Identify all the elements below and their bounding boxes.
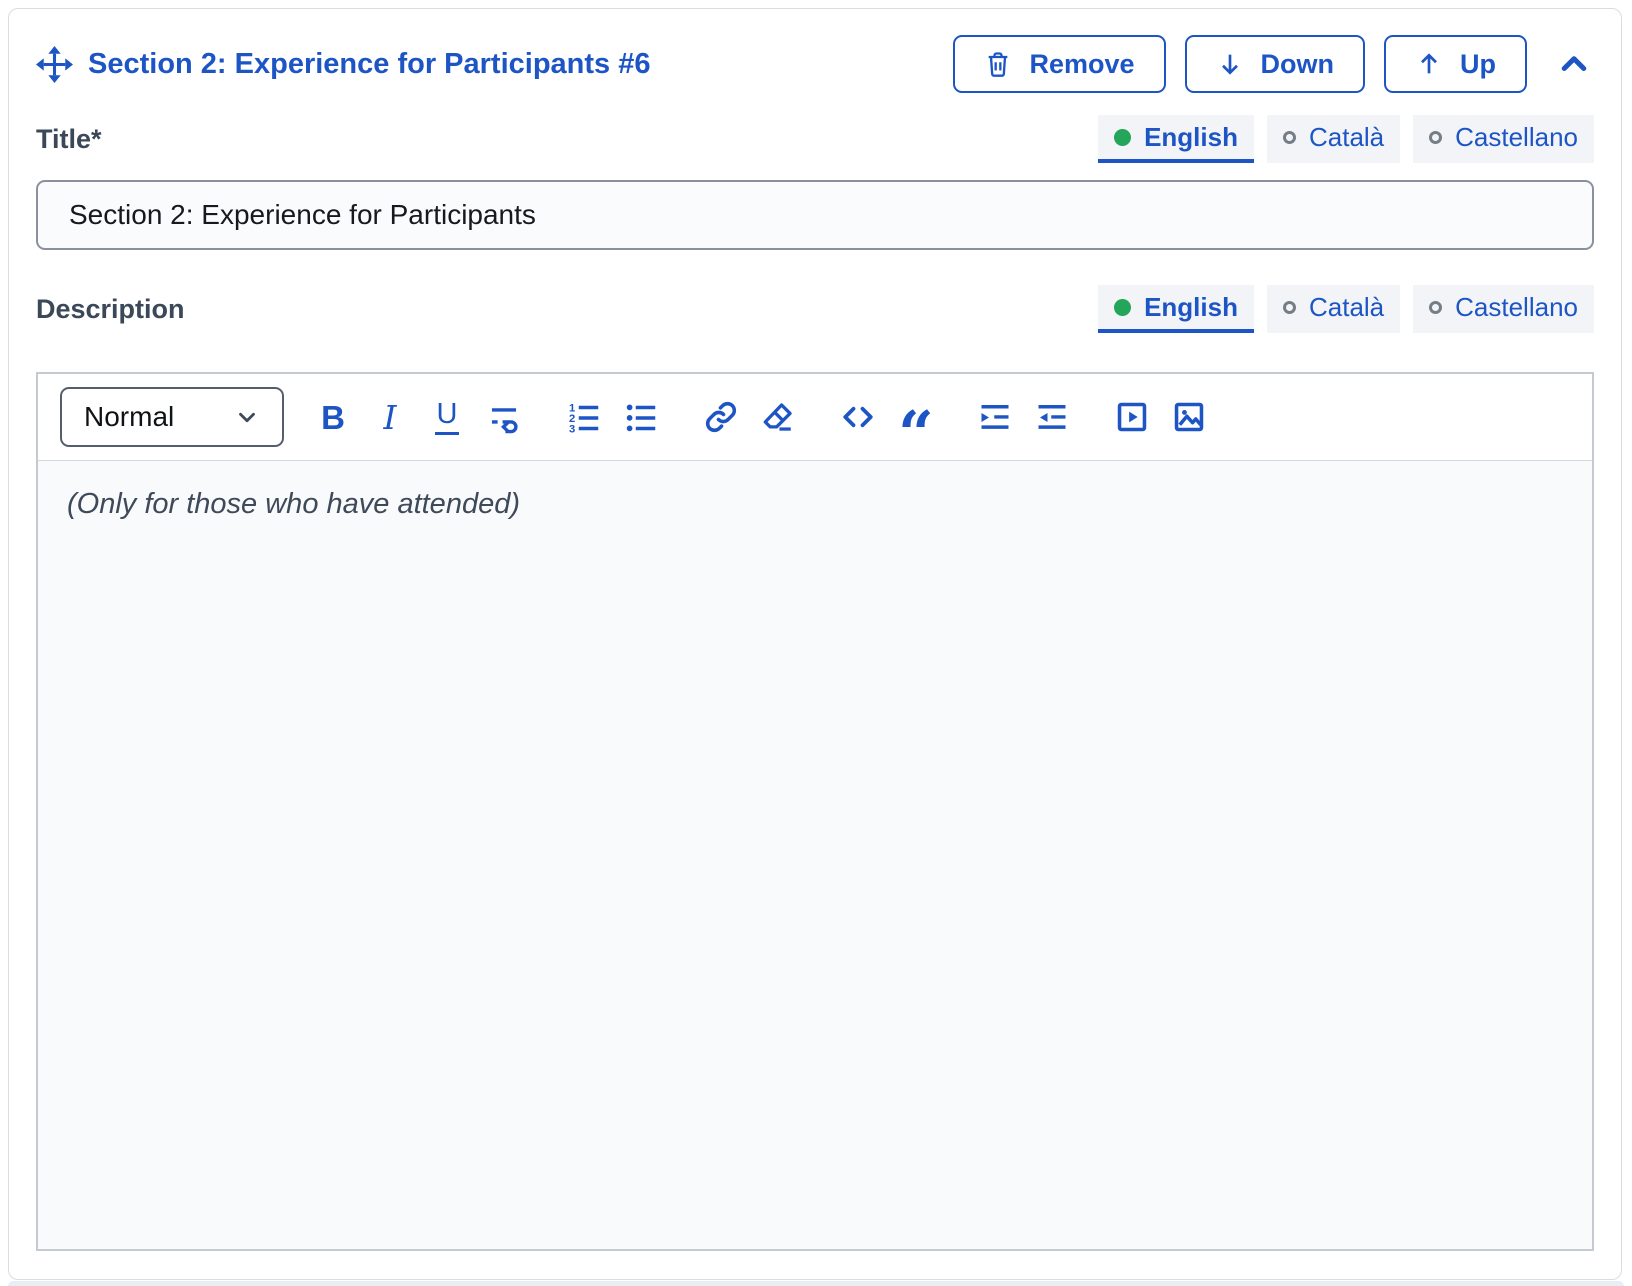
description-language-tabs: English Català Castellano <box>1098 285 1594 333</box>
active-language-dot-icon <box>1114 129 1131 146</box>
outdent-button[interactable] <box>1033 395 1071 439</box>
section-header-left: Section 2: Experience for Participants #… <box>36 46 650 83</box>
language-tab-label: Castellano <box>1455 122 1578 153</box>
bullet-list-button[interactable] <box>622 395 660 439</box>
link-button[interactable] <box>702 395 740 439</box>
language-tab-catala[interactable]: Català <box>1267 285 1400 333</box>
move-down-button-label: Down <box>1261 49 1335 80</box>
ordered-list-button[interactable]: 1 2 3 <box>565 395 603 439</box>
eraser-icon <box>761 400 795 434</box>
section-panel: Section 2: Experience for Participants #… <box>8 8 1622 1280</box>
insert-image-button[interactable] <box>1170 395 1208 439</box>
svg-text:3: 3 <box>569 423 575 435</box>
arrow-up-icon <box>1415 50 1443 78</box>
italic-button[interactable]: I <box>371 395 409 439</box>
next-section-card-edge <box>8 1281 1624 1286</box>
language-tab-label: English <box>1144 292 1238 323</box>
language-tab-label: English <box>1144 122 1238 153</box>
indent-icon <box>977 399 1013 435</box>
editor-content-area[interactable]: (Only for those who have attended) <box>38 461 1592 1249</box>
bold-button[interactable]: B <box>314 395 352 439</box>
embed-video-button[interactable] <box>1113 395 1151 439</box>
paragraph-format-select[interactable]: Normal <box>60 387 284 447</box>
language-tab-english[interactable]: English <box>1098 115 1254 163</box>
italic-icon: I <box>383 401 396 434</box>
title-field-label: Title* <box>36 124 102 163</box>
description-rich-text-editor: Normal B I U <box>36 372 1594 1251</box>
language-tab-castellano[interactable]: Castellano <box>1413 115 1594 163</box>
inactive-language-dot-icon <box>1429 131 1442 144</box>
title-language-tabs: English Català Castellano <box>1098 115 1594 163</box>
title-field-header: Title* English Català Castellano <box>36 115 1594 163</box>
language-tab-label: Català <box>1309 292 1384 323</box>
underline-button[interactable]: U <box>428 395 466 439</box>
video-icon <box>1115 400 1149 434</box>
trash-icon <box>984 49 1012 79</box>
arrow-down-icon <box>1216 50 1244 78</box>
code-button[interactable] <box>839 395 877 439</box>
move-down-button[interactable]: Down <box>1185 35 1366 93</box>
section-title: Section 2: Experience for Participants #… <box>88 48 650 81</box>
line-break-icon <box>487 400 521 434</box>
remove-button-label: Remove <box>1029 49 1134 80</box>
inactive-language-dot-icon <box>1283 301 1296 314</box>
section-actions: Remove Down Up <box>953 35 1594 93</box>
outdent-icon <box>1034 399 1070 435</box>
active-language-dot-icon <box>1114 299 1131 316</box>
collapse-section-button[interactable] <box>1554 46 1594 82</box>
bold-icon: B <box>321 401 345 434</box>
move-up-button-label: Up <box>1460 49 1496 80</box>
editor-toolbar: Normal B I U <box>38 374 1592 461</box>
remove-button[interactable]: Remove <box>953 35 1165 93</box>
ordered-list-icon: 1 2 3 <box>566 399 602 435</box>
editor-paragraph: (Only for those who have attended) <box>67 488 1563 521</box>
inactive-language-dot-icon <box>1283 131 1296 144</box>
clear-format-button[interactable] <box>759 395 797 439</box>
language-tab-label: Castellano <box>1455 292 1578 323</box>
blockquote-button[interactable]: “ <box>896 395 934 439</box>
line-break-button[interactable] <box>485 395 523 439</box>
underline-icon: U <box>435 400 460 435</box>
inactive-language-dot-icon <box>1429 301 1442 314</box>
bullet-list-icon <box>623 399 659 435</box>
indent-button[interactable] <box>976 395 1014 439</box>
link-icon <box>704 400 738 434</box>
chevron-up-icon <box>1556 46 1592 82</box>
move-up-button[interactable]: Up <box>1384 35 1527 93</box>
language-tab-castellano[interactable]: Castellano <box>1413 285 1594 333</box>
section-header: Section 2: Experience for Participants #… <box>36 35 1594 93</box>
language-tab-english[interactable]: English <box>1098 285 1254 333</box>
language-tab-catala[interactable]: Català <box>1267 115 1400 163</box>
language-tab-label: Català <box>1309 122 1384 153</box>
code-icon <box>840 399 876 435</box>
format-select-value: Normal <box>84 401 174 433</box>
image-icon <box>1172 400 1206 434</box>
chevron-down-icon <box>234 404 260 430</box>
toolbar-icon-groups: B I U <box>314 395 1208 439</box>
description-field-label: Description <box>36 294 185 333</box>
drag-handle-icon[interactable] <box>36 46 73 83</box>
description-field-header: Description English Català Castellano <box>36 285 1594 333</box>
title-input[interactable] <box>36 180 1594 250</box>
